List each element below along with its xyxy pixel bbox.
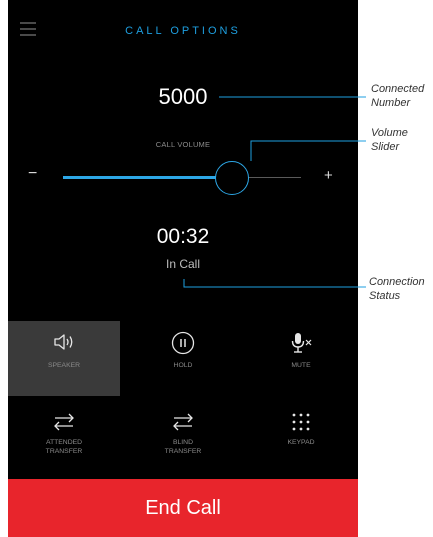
connection-status-leader (183, 279, 366, 288)
callout-connection-status: Connection Status (369, 276, 425, 302)
volume-slider-leader (250, 140, 366, 161)
callout-volume-slider: Volume Slider (371, 127, 408, 153)
callout-connected-number: Connected Number (371, 83, 425, 109)
callout-leader-lines (183, 96, 366, 288)
